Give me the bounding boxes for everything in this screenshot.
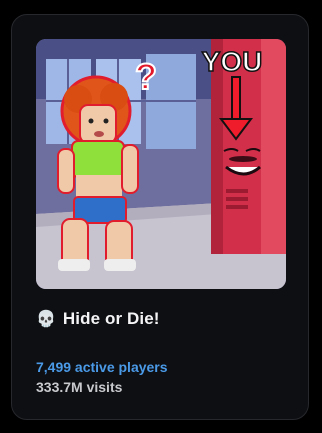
game-card[interactable]: YOU ? 💀 Hide or Die! 7,499 active player… bbox=[11, 14, 309, 420]
svg-text:?: ? bbox=[135, 56, 157, 97]
skull-icon: 💀 bbox=[36, 309, 56, 328]
visits-count: 333.7M visits bbox=[36, 379, 123, 395]
game-title[interactable]: Hide or Die! bbox=[63, 309, 160, 329]
game-thumbnail[interactable]: YOU ? bbox=[36, 39, 286, 289]
thumbnail-artwork: YOU ? bbox=[36, 39, 286, 289]
game-title-row[interactable]: 💀 Hide or Die! bbox=[36, 308, 160, 330]
thumbnail-caption: YOU bbox=[202, 46, 263, 77]
active-players-count: 7,499 active players bbox=[36, 359, 168, 375]
